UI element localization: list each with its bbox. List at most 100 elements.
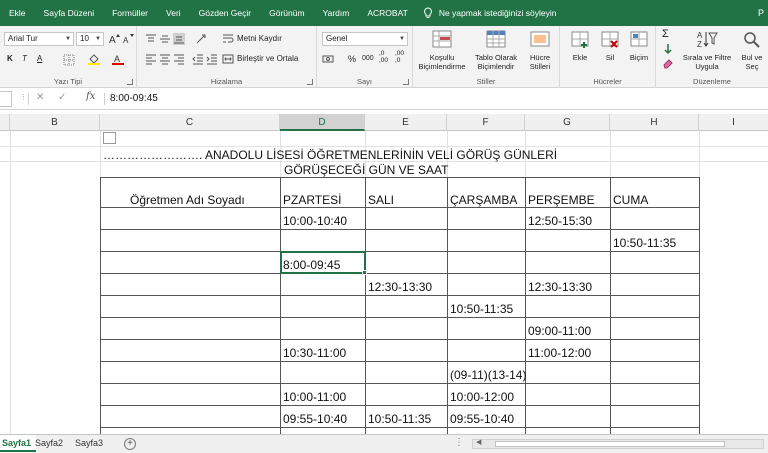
cell-g-row6[interactable]: 09:00-11:00 (528, 324, 591, 338)
cell-d-row9[interactable]: 10:00-11:00 (283, 390, 346, 404)
row-header-corner[interactable] (0, 114, 10, 131)
decrease-decimal-button[interactable]: ,00 ,0 (395, 50, 404, 64)
sort-filter-button[interactable]: AZ Sırala ve Filtre Uygula (682, 29, 732, 71)
align-top-icon[interactable] (145, 33, 157, 45)
tab-yardim[interactable]: Yardım (314, 0, 359, 26)
currency-icon[interactable] (322, 53, 334, 65)
sheet-tab-sayfa3[interactable]: Sayfa3 (70, 435, 108, 452)
column-header-g[interactable]: G (525, 114, 610, 131)
percent-style-button[interactable]: % (348, 53, 356, 65)
cell-f-row5[interactable]: 10:50-11:35 (450, 302, 513, 316)
grow-font-icon[interactable]: A (108, 33, 120, 45)
decrease-indent-icon[interactable] (192, 53, 204, 65)
align-middle-icon[interactable] (159, 33, 171, 45)
align-left-icon[interactable] (145, 53, 157, 65)
cell-g-row4[interactable]: 12:30-13:30 (528, 280, 592, 294)
cell-e-row4[interactable]: 12:30-13:30 (368, 280, 432, 294)
fill-down-icon[interactable] (662, 43, 674, 55)
merge-center-icon[interactable] (222, 53, 234, 65)
formula-bar-more-icon[interactable]: ⋮ (20, 93, 27, 101)
active-cell-selection[interactable] (280, 251, 366, 274)
align-center-icon[interactable] (159, 53, 171, 65)
tab-formuller[interactable]: Formüller (103, 0, 157, 26)
fill-color-icon[interactable] (88, 53, 100, 65)
cell-f-row9[interactable]: 10:00-12:00 (450, 390, 514, 404)
align-right-icon[interactable] (173, 53, 185, 65)
header-teacher[interactable]: Öğretmen Adı Soyadı (130, 193, 245, 207)
font-size-select[interactable]: 10 ▼ (76, 32, 104, 46)
cell-f-row10[interactable]: 09:55-10:40 (450, 412, 514, 426)
scroll-left-icon[interactable]: ◀ (476, 438, 481, 446)
paste-options-icon[interactable] (103, 132, 116, 144)
cell-styles-button[interactable]: Hücre Stilleri (523, 29, 557, 71)
number-dialog-launcher[interactable] (403, 79, 409, 85)
comma-style-button[interactable]: 000 (362, 53, 374, 65)
autosum-icon[interactable]: Σ (662, 28, 669, 40)
cell-d-row7[interactable]: 10:30-11:00 (283, 346, 346, 360)
alignment-dialog-launcher[interactable] (307, 79, 313, 85)
column-header-f[interactable]: F (447, 114, 525, 131)
borders-icon[interactable] (63, 54, 75, 66)
font-dialog-launcher[interactable] (127, 79, 133, 85)
cell-h-row2[interactable]: 10:50-11:35 (613, 236, 676, 250)
tab-gorunum[interactable]: Görünüm (260, 0, 313, 26)
wrap-text-button[interactable]: Metni Kaydır (237, 33, 282, 45)
tab-gozden-gecir[interactable]: Gözden Geçir (190, 0, 260, 26)
delete-cells-button[interactable]: Sil (596, 29, 624, 62)
conditional-formatting-button[interactable]: Koşullu Biçimlendirme (417, 29, 467, 71)
insert-function-button[interactable]: fx (86, 91, 95, 102)
tell-me-box[interactable]: Ne yapmak istediğinizi söyleyin (423, 7, 556, 19)
enter-check-icon[interactable]: ✓ (58, 92, 66, 103)
format-as-table-button[interactable]: Tablo Olarak Biçimlendir (471, 29, 521, 71)
eraser-icon[interactable] (662, 57, 674, 69)
cell-d-row1[interactable]: 10:00-10:40 (283, 214, 347, 228)
cell-d-row10[interactable]: 09:55-10:40 (283, 412, 347, 426)
scrollbar-thumb[interactable] (495, 441, 725, 447)
tab-sayfa-duzeni[interactable]: Sayfa Düzeni (35, 0, 104, 26)
column-header-i[interactable]: I (699, 114, 768, 131)
tab-acrobat[interactable]: ACROBAT (358, 0, 416, 26)
header-tuesday[interactable]: SALI (368, 193, 394, 207)
sheet-tab-sayfa2[interactable]: Sayfa2 (30, 435, 68, 452)
italic-button[interactable]: T (22, 53, 27, 65)
orientation-icon[interactable] (195, 33, 207, 45)
user-initial[interactable]: P (758, 0, 764, 26)
cell-g-row7[interactable]: 11:00-12:00 (528, 346, 591, 360)
fill-handle[interactable] (362, 270, 367, 275)
cancel-icon[interactable]: ✕ (36, 92, 44, 103)
wrap-text-icon[interactable] (222, 33, 234, 45)
column-header-e[interactable]: E (365, 114, 447, 131)
underline-button[interactable]: A (37, 53, 42, 65)
column-header-d[interactable]: D (280, 114, 365, 131)
worksheet-grid[interactable]: ……………………. ANADOLU LİSESİ ÖĞRETMENLERİNİN… (0, 131, 768, 434)
insert-cells-button[interactable]: Ekle (566, 29, 594, 62)
column-header-h[interactable]: H (610, 114, 699, 131)
formula-input[interactable]: 8:00-09:45 (110, 93, 158, 104)
horizontal-scrollbar[interactable]: ◀ (472, 439, 764, 449)
increase-indent-icon[interactable] (206, 53, 218, 65)
header-wednesday[interactable]: ÇARŞAMBA (450, 193, 517, 207)
cell-f-row8[interactable]: (09-11)(13-14) (450, 368, 526, 382)
merge-center-button[interactable]: Birleştir ve Ortala (237, 53, 298, 65)
cell-g-row1[interactable]: 12:50-15:30 (528, 214, 592, 228)
shrink-font-icon[interactable]: A (122, 33, 134, 45)
tab-veri[interactable]: Veri (157, 0, 190, 26)
column-header-c[interactable]: C (100, 114, 280, 131)
name-box[interactable] (0, 91, 12, 107)
number-format-select[interactable]: Genel ▼ (322, 32, 408, 46)
font-color-icon[interactable]: A (112, 53, 124, 65)
font-name-select[interactable]: Arial Tur ▼ (4, 32, 74, 46)
increase-decimal-button[interactable]: ,0 ,00 (379, 50, 388, 64)
find-select-button[interactable]: Bul ve Seç (736, 29, 768, 71)
add-sheet-button[interactable]: + (124, 438, 136, 450)
tab-split-handle[interactable]: ⋮ (454, 437, 464, 448)
tab-ekle[interactable]: Ekle (0, 0, 35, 26)
header-monday[interactable]: PZARTESİ (283, 193, 341, 207)
format-cells-button[interactable]: Biçim (624, 29, 654, 62)
header-friday[interactable]: CUMA (613, 193, 648, 207)
header-thursday[interactable]: PERŞEMBE (528, 193, 595, 207)
column-header-b[interactable]: B (10, 114, 100, 131)
bold-button[interactable]: K (7, 53, 13, 65)
align-bottom-icon[interactable] (173, 33, 185, 45)
cell-e-row10[interactable]: 10:50-11:35 (368, 412, 431, 426)
